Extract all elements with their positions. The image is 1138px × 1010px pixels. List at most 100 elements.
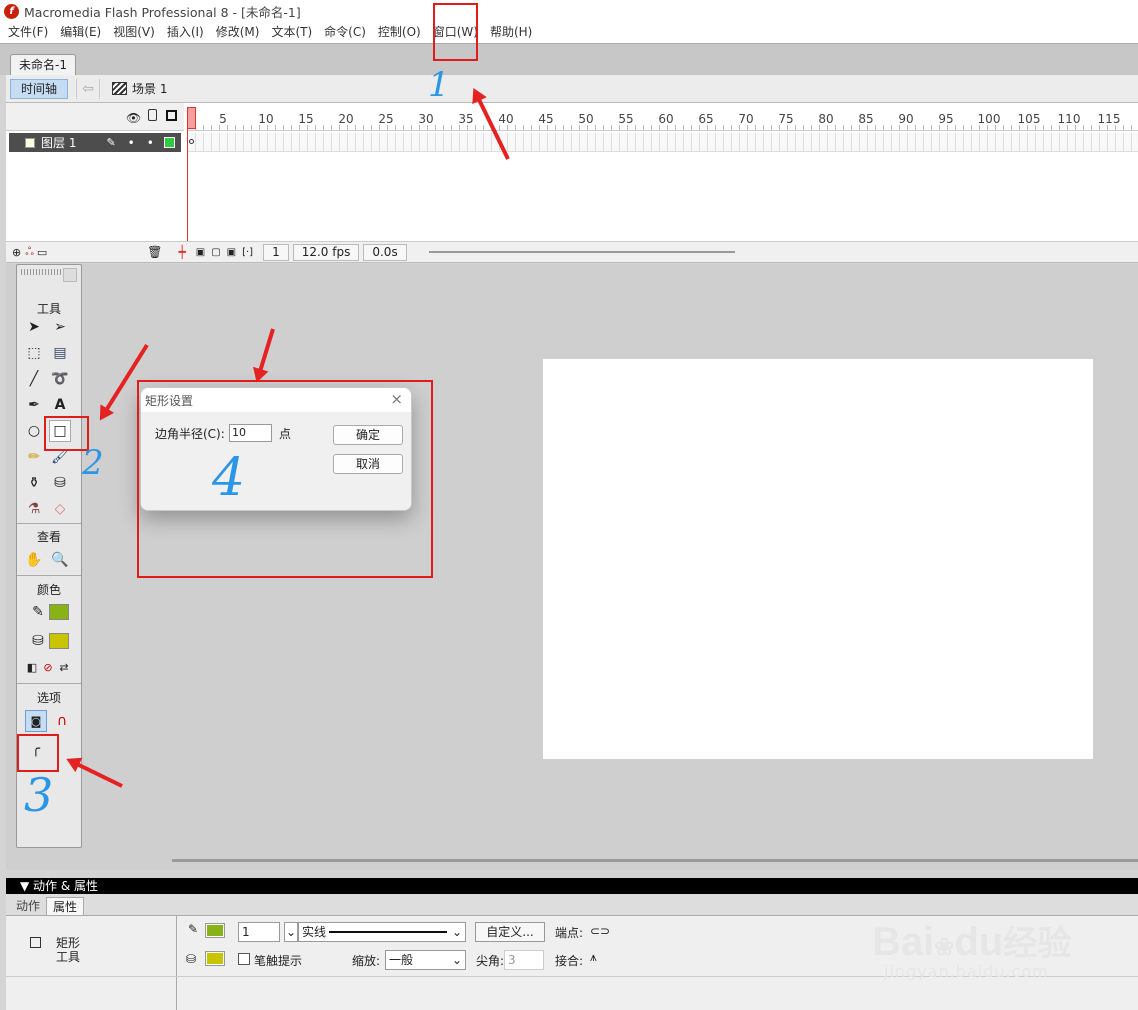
- tool-name-line2: 工具: [56, 950, 81, 964]
- tab-actions[interactable]: 动作: [10, 897, 46, 915]
- stroke-color-picker[interactable]: [205, 923, 225, 938]
- stage-canvas[interactable]: [543, 359, 1093, 759]
- scale-value: 一般: [389, 953, 414, 967]
- pencil-tool-icon[interactable]: ✏: [23, 446, 45, 468]
- annotation-number-3: 3: [24, 768, 54, 822]
- back-arrow-icon[interactable]: ⇦: [76, 78, 101, 99]
- panel-divider: [176, 916, 177, 1010]
- pen-tool-icon[interactable]: ✒: [23, 394, 45, 416]
- stage-horizontal-scrollbar[interactable]: [172, 859, 1138, 862]
- scale-select[interactable]: 一般 ⌄: [385, 950, 466, 970]
- chevron-down-icon: ⌄: [451, 953, 462, 967]
- add-layer-icon[interactable]: ⊕: [12, 246, 21, 259]
- menu-commands[interactable]: 命令(C): [318, 22, 372, 43]
- flash-logo-icon: f: [4, 3, 19, 19]
- scene-label[interactable]: 场景 1: [132, 80, 167, 97]
- ruler-tick: 15: [298, 112, 314, 126]
- stroke-width-input[interactable]: 1: [238, 922, 280, 942]
- oval-tool-icon[interactable]: ○: [23, 420, 45, 442]
- cap-select-icon[interactable]: ⊂⊃: [590, 924, 610, 938]
- frame-ruler[interactable]: 1 5 10 15 20 25 30 35 40 45 50 55 60 65 …: [187, 107, 1138, 131]
- miter-input[interactable]: 3: [504, 950, 544, 970]
- ruler-tick: 80: [818, 112, 834, 126]
- join-select-icon[interactable]: ⩚: [590, 950, 597, 965]
- menu-control[interactable]: 控制(O): [372, 22, 427, 43]
- hand-tool-icon[interactable]: ✋: [23, 549, 45, 571]
- line-tool-icon[interactable]: ╱: [23, 368, 45, 390]
- edit-multiple-frames-icon[interactable]: ▣: [227, 247, 236, 258]
- onion-skin-icon[interactable]: ▣: [196, 247, 205, 258]
- menu-text[interactable]: 文本(T): [265, 22, 318, 43]
- layer-color-swatch[interactable]: [163, 137, 175, 148]
- tab-properties[interactable]: 属性: [46, 897, 85, 915]
- document-tab[interactable]: 未命名-1: [10, 54, 76, 76]
- stroke-width-dropdown-icon[interactable]: ⌄: [284, 922, 298, 942]
- menu-help[interactable]: 帮助(H): [484, 22, 538, 43]
- watermark-brand: Bai: [872, 920, 935, 964]
- paint-bucket-tool-icon[interactable]: ⛁: [49, 472, 71, 494]
- panel-grip[interactable]: [21, 269, 61, 275]
- paw-icon: ❀: [934, 934, 955, 961]
- menu-file[interactable]: 文件(F): [2, 22, 54, 43]
- title-bar: f Macromedia Flash Professional 8 - [未命名…: [0, 0, 1138, 22]
- fill-color-bucket-icon: ⛁: [32, 633, 44, 649]
- onion-skin-outline-icon[interactable]: ▢: [211, 247, 220, 258]
- subselection-tool-icon[interactable]: ➢: [49, 316, 71, 338]
- ruler-tick: 95: [938, 112, 954, 126]
- gradient-transform-tool-icon[interactable]: ▤: [49, 342, 71, 364]
- menu-view[interactable]: 视图(V): [107, 22, 161, 43]
- lock-dot-icon[interactable]: •: [147, 136, 154, 150]
- visibility-dot-icon[interactable]: •: [128, 136, 135, 150]
- add-folder-icon[interactable]: ▭: [37, 246, 47, 259]
- ruler-tick: 110: [1057, 112, 1081, 126]
- annotation-box-radius-option: [17, 734, 59, 772]
- playhead[interactable]: [187, 107, 196, 245]
- ruler-tick: 85: [858, 112, 874, 126]
- free-transform-tool-icon[interactable]: ⬚: [23, 342, 45, 364]
- window-title: Macromedia Flash Professional 8 - [未命名-1…: [24, 4, 301, 20]
- stroke-hint-checkbox[interactable]: [238, 953, 250, 965]
- timeline-toggle-button[interactable]: 时间轴: [10, 78, 69, 99]
- panel-close-icon[interactable]: [63, 268, 77, 282]
- stroke-color-swatch[interactable]: [49, 604, 69, 620]
- center-frame-icon[interactable]: ┿: [179, 245, 186, 259]
- lock-icon[interactable]: [148, 109, 157, 121]
- cap-label: 端点:: [555, 926, 584, 940]
- zoom-tool-icon[interactable]: 🔍: [49, 549, 71, 571]
- trash-icon[interactable]: 🗑: [147, 245, 162, 259]
- menu-insert[interactable]: 插入(I): [161, 22, 210, 43]
- fill-color-swatch[interactable]: [49, 633, 69, 649]
- timeline-scrollbar[interactable]: [428, 251, 735, 253]
- snap-to-objects-icon[interactable]: ∩: [51, 710, 73, 732]
- ruler-tick: 50: [578, 112, 594, 126]
- text-tool-icon[interactable]: A: [49, 394, 71, 416]
- eraser-tool-icon[interactable]: ◇: [49, 498, 71, 520]
- ink-bottle-tool-icon[interactable]: ⚱: [23, 472, 45, 494]
- outline-icon[interactable]: [166, 110, 177, 121]
- custom-stroke-button[interactable]: 自定义...: [475, 922, 545, 942]
- actions-properties-header[interactable]: ▼ 动作 & 属性: [6, 878, 1138, 894]
- selection-tool-icon[interactable]: ➤: [23, 316, 45, 338]
- watermark-url: jingyan.baidu.com: [884, 962, 1049, 981]
- eye-icon[interactable]: 👁: [126, 111, 141, 125]
- menu-modify[interactable]: 修改(M): [210, 22, 266, 43]
- ruler-tick: 45: [538, 112, 554, 126]
- lasso-tool-icon[interactable]: ➰: [49, 368, 71, 390]
- stroke-style-select[interactable]: 实线 ⌄: [298, 922, 466, 942]
- ruler-tick: 100: [977, 112, 1001, 126]
- modify-onion-markers-icon[interactable]: [·]: [242, 247, 253, 258]
- annotation-number-1: 1: [428, 65, 450, 105]
- swap-colors-icon[interactable]: ⇄: [53, 656, 75, 678]
- frame-cells[interactable]: [187, 133, 1138, 152]
- layer-name: 图层 1: [41, 136, 77, 150]
- elapsed-time: 0.0s: [363, 243, 407, 261]
- fill-color-picker[interactable]: [205, 951, 225, 966]
- object-drawing-icon[interactable]: ◙: [25, 710, 47, 732]
- menu-edit[interactable]: 编辑(E): [54, 22, 107, 43]
- frame-rate[interactable]: 12.0 fps: [292, 243, 360, 261]
- ruler-tick: 90: [898, 112, 914, 126]
- document-tabs: 未命名-1: [0, 43, 1138, 76]
- eyedropper-tool-icon[interactable]: ⚗: [23, 498, 45, 520]
- layer-row[interactable]: 图层 1 ✎ • •: [9, 133, 181, 152]
- add-guide-layer-icon[interactable]: ஃ: [25, 245, 34, 260]
